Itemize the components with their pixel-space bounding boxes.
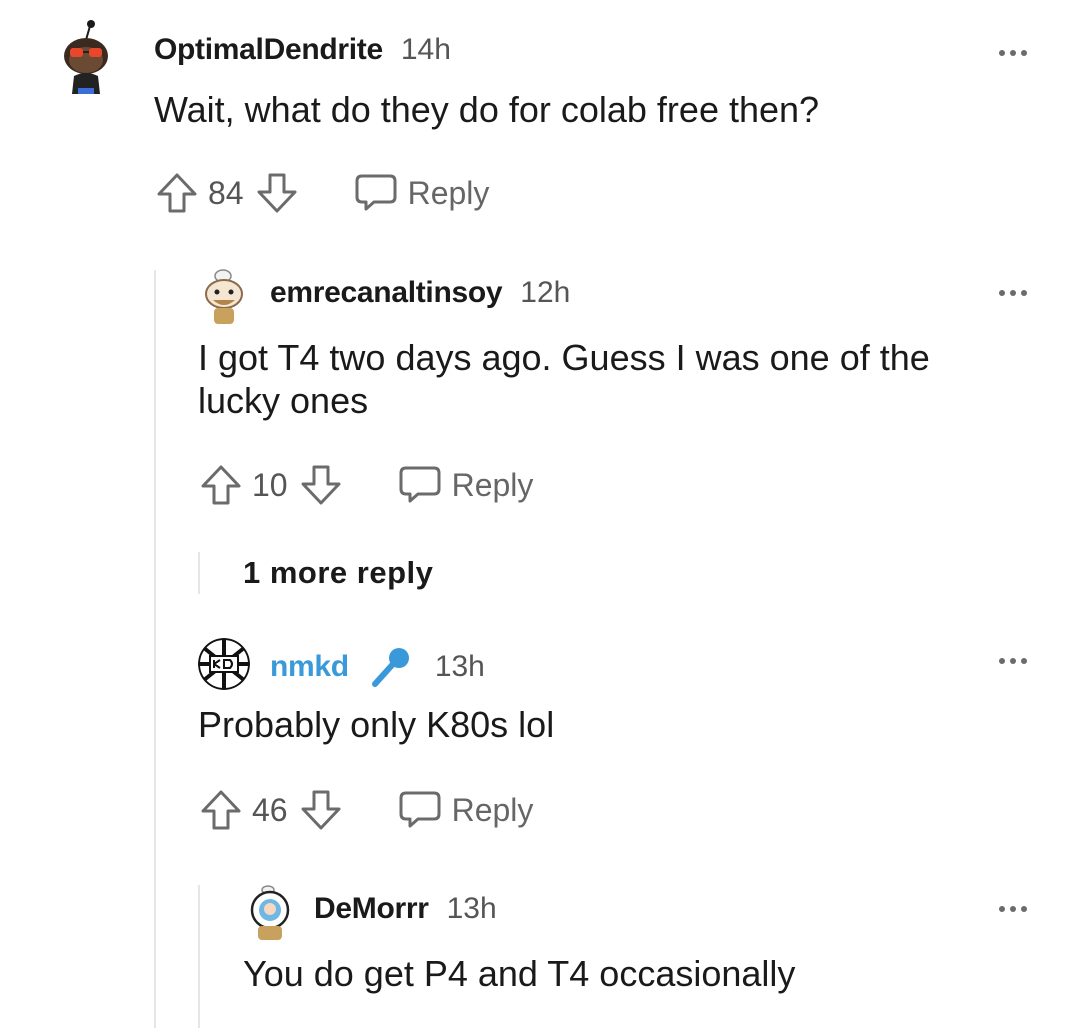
downvote-button[interactable]	[298, 462, 344, 508]
upvote-arrow-icon	[201, 465, 241, 505]
downvote-arrow-icon	[257, 173, 297, 213]
dot-icon	[999, 50, 1005, 56]
upvote-arrow-icon	[157, 173, 197, 213]
comment-header: OptimalDendrite 14h	[154, 33, 451, 67]
dot-icon	[1010, 50, 1016, 56]
dot-icon	[1021, 658, 1027, 664]
more-options-button[interactable]	[999, 658, 1027, 664]
reply-button[interactable]: Reply	[398, 789, 534, 831]
reply-button[interactable]: Reply	[398, 464, 534, 506]
comment-body: You do get P4 and T4 occasionally	[243, 953, 796, 994]
dot-icon	[999, 658, 1005, 664]
upvote-arrow-icon	[201, 790, 241, 830]
dot-icon	[1010, 906, 1016, 912]
user-avatar-icon	[64, 20, 108, 94]
username[interactable]: OptimalDendrite	[154, 33, 383, 67]
vote-count: 84	[208, 174, 244, 211]
more-options-button[interactable]	[999, 906, 1027, 912]
more-options-button[interactable]	[999, 290, 1027, 296]
dot-icon	[1010, 290, 1016, 296]
username[interactable]: DeMorrr	[314, 892, 429, 926]
dot-icon	[1021, 906, 1027, 912]
comment-header: nmkd 13h	[270, 644, 485, 690]
thread-line[interactable]	[154, 270, 156, 1028]
downvote-arrow-icon	[301, 790, 341, 830]
avatar[interactable]	[56, 18, 116, 98]
comment-body: Wait, what do they do for colab free the…	[154, 89, 820, 130]
dot-icon	[1021, 290, 1027, 296]
comment-header: emrecanaltinsoy 12h	[270, 276, 570, 310]
avatar[interactable]	[201, 266, 247, 326]
more-replies-link[interactable]: 1 more reply	[243, 555, 433, 591]
downvote-arrow-icon	[301, 465, 341, 505]
microphone-icon	[369, 644, 413, 690]
comment-actions: 84 Reply	[154, 170, 489, 216]
vote-count: 46	[252, 791, 288, 828]
dot-icon	[999, 290, 1005, 296]
user-avatar-icon	[250, 885, 290, 940]
reply-bubble-icon	[355, 174, 397, 211]
dot-icon	[999, 906, 1005, 912]
reply-label: Reply	[451, 791, 534, 828]
downvote-button[interactable]	[254, 170, 300, 216]
dot-icon	[1010, 658, 1016, 664]
reply-bubble-icon	[399, 791, 441, 828]
comment-body: I got T4 two days ago. Guess I was one o…	[198, 337, 930, 422]
timestamp: 12h	[520, 276, 571, 309]
username[interactable]: nmkd	[270, 650, 349, 684]
comment-header: DeMorrr 13h	[314, 892, 497, 926]
comment-actions: 10 Reply	[198, 462, 533, 508]
timestamp: 13h	[434, 650, 485, 683]
username[interactable]: emrecanaltinsoy	[270, 276, 503, 310]
reply-label: Reply	[451, 466, 534, 503]
downvote-button[interactable]	[298, 787, 344, 833]
upvote-button[interactable]	[198, 787, 244, 833]
reply-bubble-icon	[399, 466, 441, 503]
reply-button[interactable]: Reply	[354, 172, 490, 214]
thread-line[interactable]	[198, 885, 200, 1028]
timestamp: 13h	[446, 892, 497, 925]
thread-line[interactable]	[198, 552, 200, 594]
upvote-button[interactable]	[198, 462, 244, 508]
more-options-button[interactable]	[999, 50, 1027, 56]
vote-count: 10	[252, 466, 288, 503]
comment-body: Probably only K80s lol	[198, 704, 555, 745]
avatar[interactable]	[246, 884, 294, 942]
avatar[interactable]	[198, 638, 250, 690]
comment-thread: OptimalDendrite 14h Wait, what do they d…	[0, 0, 1080, 1028]
dot-icon	[1021, 50, 1027, 56]
reply-label: Reply	[407, 174, 490, 211]
user-avatar-icon	[205, 269, 243, 324]
upvote-button[interactable]	[154, 170, 200, 216]
user-avatar-icon	[198, 638, 250, 690]
timestamp: 14h	[400, 33, 451, 66]
comment-actions: 46 Reply	[198, 787, 533, 833]
